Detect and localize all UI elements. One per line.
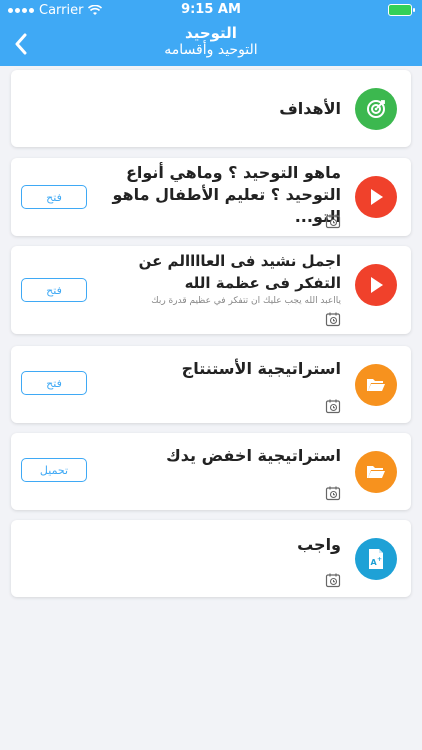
status-bar: Carrier 9:15 AM (0, 0, 422, 22)
item-title: الأهداف (279, 99, 341, 118)
open-button[interactable]: فتح (21, 278, 87, 302)
page-subtitle: التوحيد وأقسامه (164, 42, 258, 58)
list-item[interactable]: استراتيجية الأستنتاج فتح (11, 346, 411, 423)
open-button[interactable]: فتح (21, 185, 87, 209)
calendar-clock-icon (325, 486, 341, 501)
play-icon (355, 264, 397, 306)
battery-icon (388, 4, 415, 16)
calendar-clock-icon (325, 312, 341, 327)
folder-icon (355, 364, 397, 406)
item-title: ماهو التوحيد ؟ وماهي أنواع التوحيد ؟ تعل… (112, 163, 341, 226)
page-title: التوحيد (185, 24, 237, 42)
download-button[interactable]: تحميل (21, 458, 87, 482)
assignment-doc-icon: A + (355, 538, 397, 580)
play-icon (355, 176, 397, 218)
calendar-clock-icon (325, 214, 341, 229)
item-title: استراتيجية الأستنتاج (181, 359, 341, 378)
item-title: واجب (297, 535, 341, 554)
item-title: استراتيجية اخفض يدك (166, 446, 341, 465)
folder-icon (355, 451, 397, 493)
list-item[interactable]: ماهو التوحيد ؟ وماهي أنواع التوحيد ؟ تعل… (11, 158, 411, 236)
svg-text:+: + (377, 556, 382, 563)
list-item[interactable]: استراتيجية اخفض يدك تحميل (11, 433, 411, 510)
nav-header: Carrier 9:15 AM التوحيد التوحيد وأقسامه (0, 0, 422, 66)
status-time: 9:15 AM (181, 2, 241, 17)
calendar-clock-icon (325, 399, 341, 414)
list-item[interactable]: الأهداف (11, 70, 411, 147)
calendar-clock-icon (325, 573, 341, 588)
item-description: يااعبد الله يجب عليك ان تتفكر في عظيم قد… (151, 296, 341, 306)
item-title: اجمل نشيد فى العاااالم عن التفكر فى عظمة… (138, 252, 341, 292)
list-item[interactable]: A + واجب (11, 520, 411, 597)
list-item[interactable]: اجمل نشيد فى العاااالم عن التفكر فى عظمة… (11, 246, 411, 334)
target-icon (355, 88, 397, 130)
open-button[interactable]: فتح (21, 371, 87, 395)
